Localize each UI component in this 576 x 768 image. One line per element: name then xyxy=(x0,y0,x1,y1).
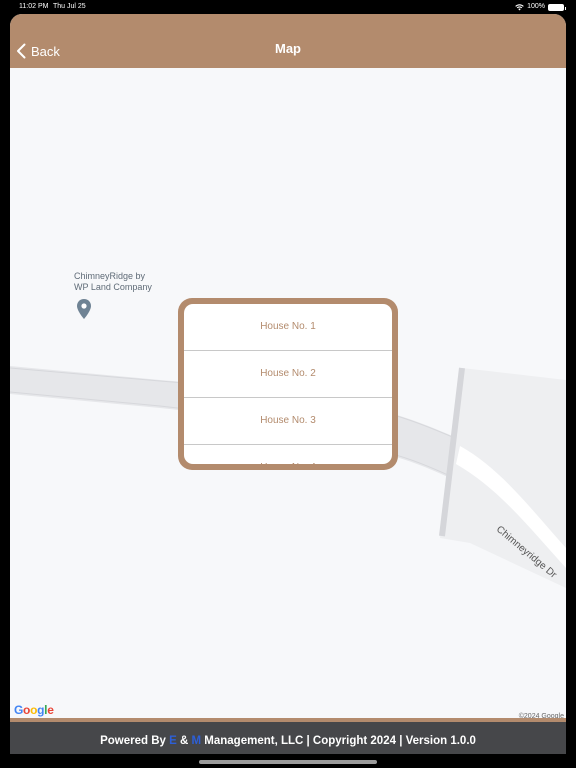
poi-label: ChimneyRidge by WP Land Company xyxy=(74,271,152,293)
footer: Powered By E & M Management, LLC | Copyr… xyxy=(10,722,566,754)
footer-prefix: Powered By xyxy=(100,735,170,747)
status-right: 100% xyxy=(515,0,566,14)
house-picker-list[interactable]: House No. 1 House No. 2 House No. 3 Hous… xyxy=(184,304,392,464)
footer-suffix: Management, LLC | Copyright 2024 | Versi… xyxy=(201,735,476,747)
house-item-1[interactable]: House No. 1 xyxy=(184,304,392,351)
battery-percent: 100% xyxy=(527,3,545,10)
poi-label-line2: WP Land Company xyxy=(74,282,152,292)
house-item-4[interactable]: House No. 4 xyxy=(184,445,392,464)
google-logo: Google xyxy=(14,703,54,717)
status-bar: 11:02 PM Thu Jul 25 100% xyxy=(0,0,576,14)
house-item-2[interactable]: House No. 2 xyxy=(184,351,392,398)
house-item-3[interactable]: House No. 3 xyxy=(184,398,392,445)
app-screen: Back Map ChimneyRidge by WP Land Company… xyxy=(10,14,566,754)
page-title: Map xyxy=(275,41,301,56)
battery-icon xyxy=(548,3,566,11)
home-indicator[interactable] xyxy=(199,760,377,764)
poi-label-line1: ChimneyRidge by xyxy=(74,271,146,281)
house-picker: House No. 1 House No. 2 House No. 3 Hous… xyxy=(178,298,398,470)
logo-letter: G xyxy=(14,703,24,717)
map-pin-icon[interactable] xyxy=(77,299,91,319)
footer-amp: & xyxy=(176,735,192,747)
status-time: 11:02 PM xyxy=(19,3,49,10)
wifi-icon xyxy=(515,3,524,10)
nav-bar: Back Map xyxy=(10,14,566,68)
footer-m: M xyxy=(191,735,202,747)
footer-e: E xyxy=(169,735,177,747)
logo-letter: e xyxy=(47,703,54,717)
status-date: Thu Jul 25 xyxy=(53,3,86,10)
